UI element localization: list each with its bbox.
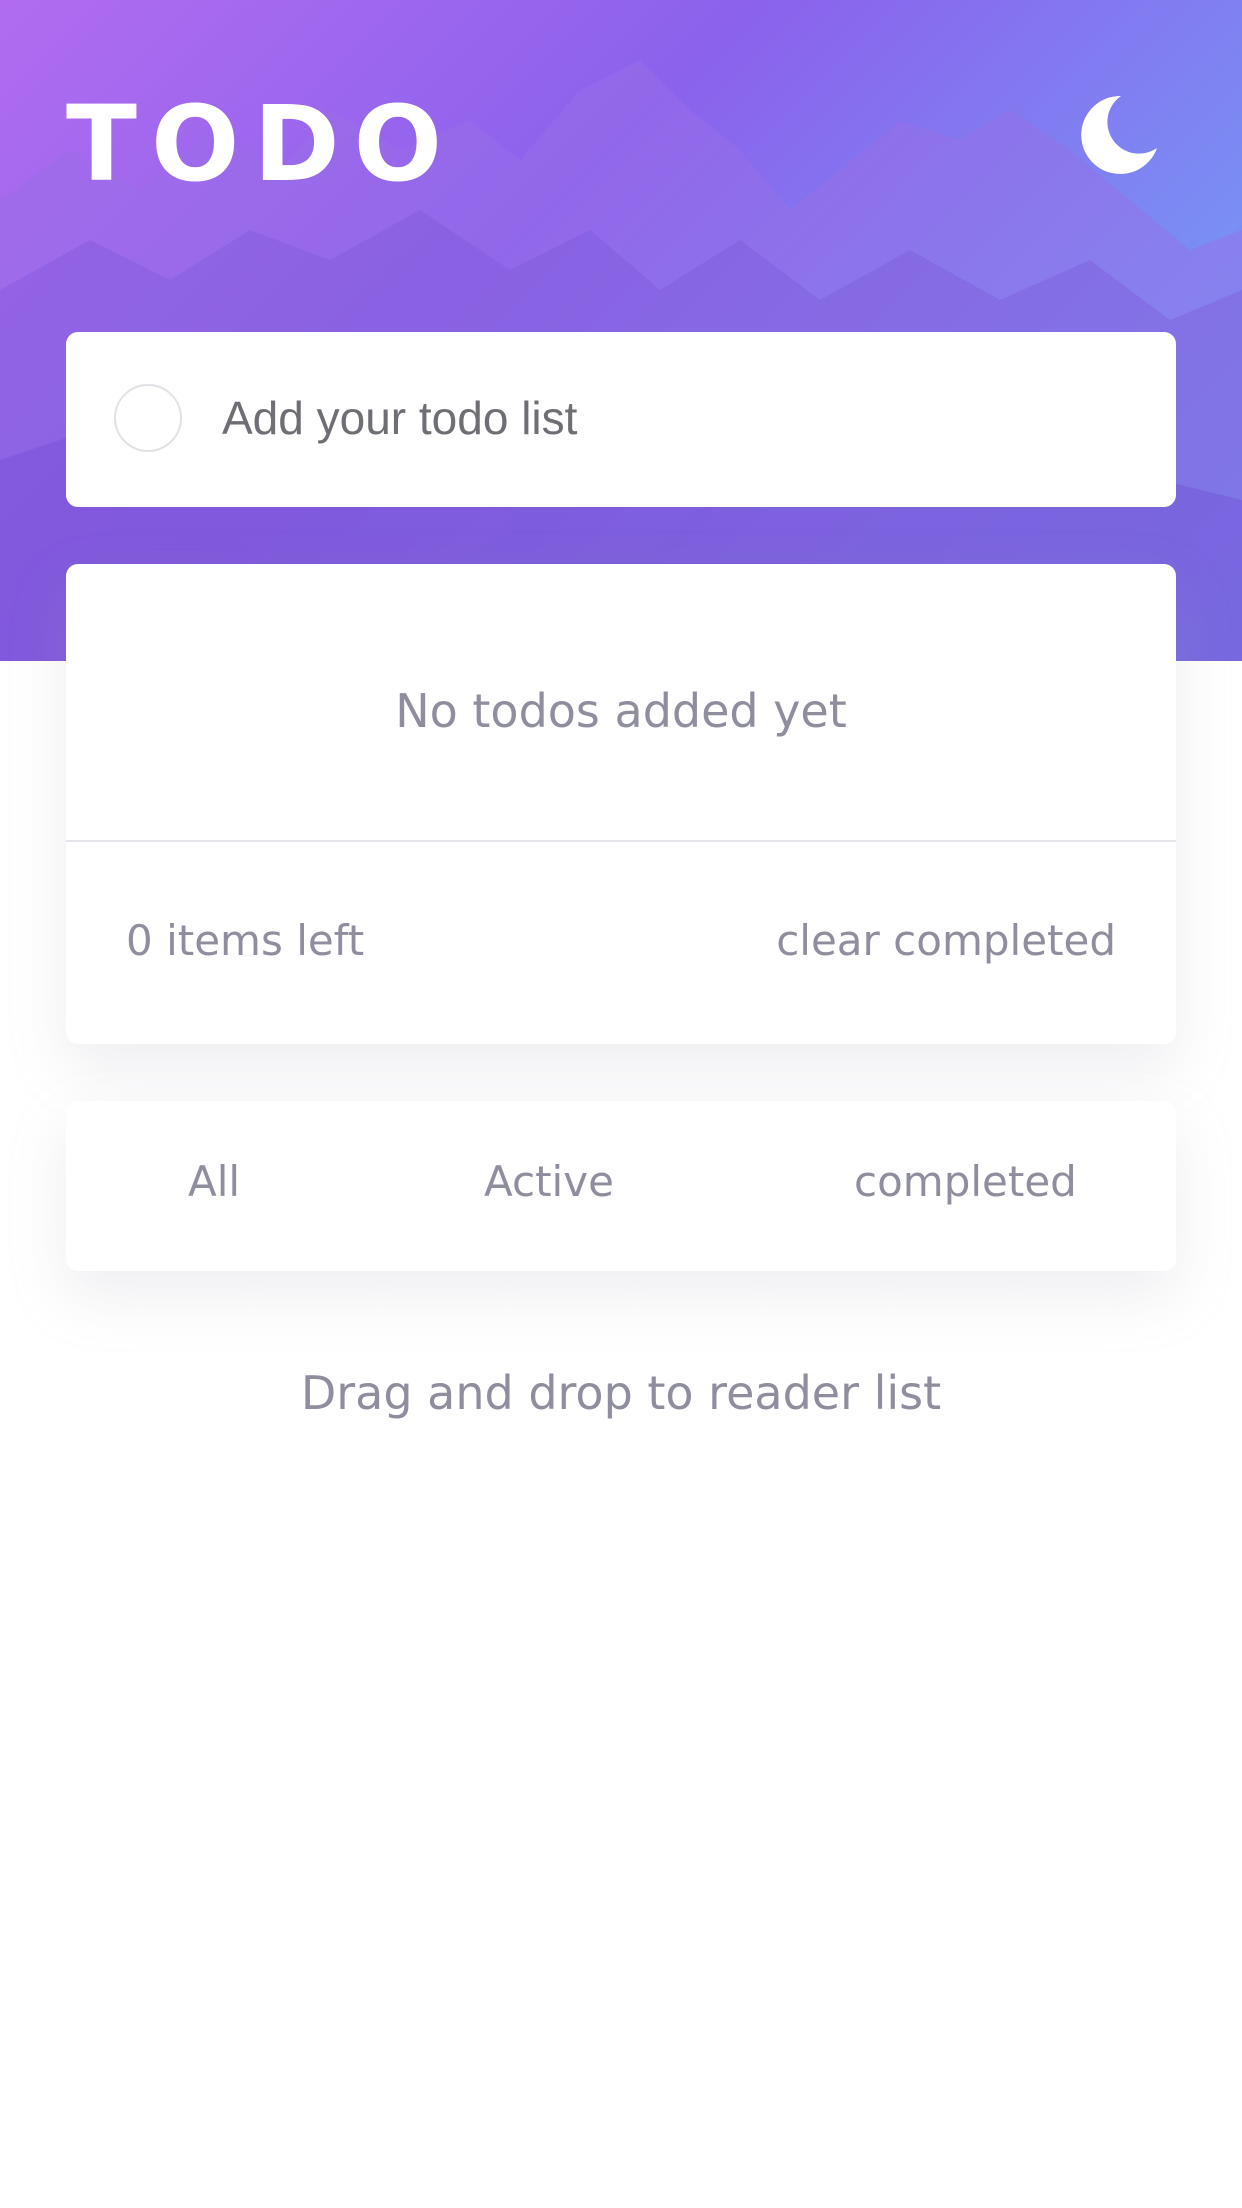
clear-completed-button[interactable]: clear completed	[776, 916, 1116, 965]
filter-bar: All Active completed	[66, 1101, 1176, 1271]
list-divider	[66, 840, 1176, 842]
filter-completed-tab[interactable]: completed	[854, 1157, 1077, 1206]
theme-toggle-button[interactable]	[1075, 92, 1161, 178]
filter-active-tab[interactable]: Active	[484, 1157, 614, 1206]
items-left-count: 0 items left	[126, 916, 365, 965]
app-title: TODO	[66, 83, 457, 205]
empty-list-message: No todos added yet	[395, 684, 847, 738]
moon-icon	[1081, 95, 1157, 174]
drag-drop-hint: Drag and drop to reader list	[300, 1366, 942, 1420]
new-todo-card	[66, 332, 1176, 507]
filter-all-tab[interactable]: All	[188, 1157, 240, 1206]
todo-list-card: No todos added yet 0 items left clear co…	[66, 564, 1176, 1044]
new-todo-input[interactable]	[222, 372, 1122, 464]
header-background: TODO	[0, 0, 1242, 661]
new-todo-check-circle[interactable]	[114, 384, 182, 452]
